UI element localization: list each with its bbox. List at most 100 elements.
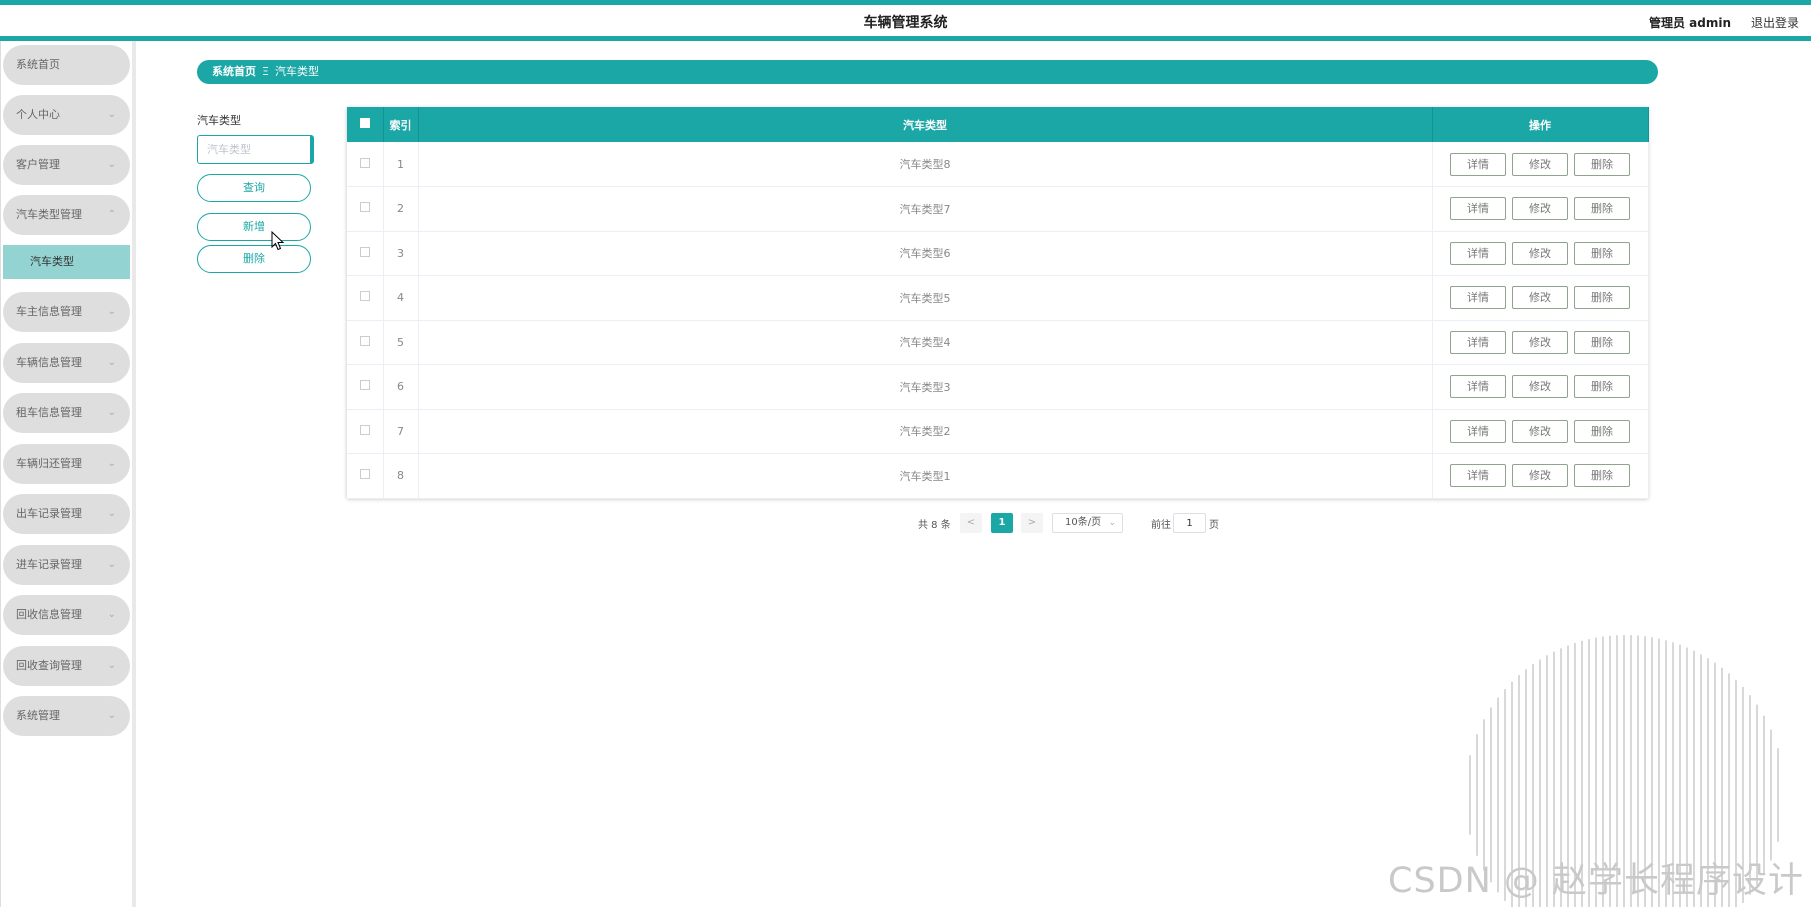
watermark-text: CSDN @ 赵学长程序设计 [1388,861,1805,901]
edit-button[interactable]: 修改 [1512,464,1568,488]
detail-button[interactable]: 详情 [1450,419,1506,443]
edit-button[interactable]: 修改 [1512,152,1568,176]
edit-button[interactable]: 修改 [1512,419,1568,443]
edit-button[interactable]: 修改 [1512,197,1568,221]
edit-button[interactable]: 修改 [1512,286,1568,310]
detail-button[interactable]: 详情 [1450,464,1506,488]
detail-button[interactable]: 详情 [1450,286,1506,310]
sidebar-item-outbound-records[interactable]: 出车记录管理 ⌄ [3,494,130,534]
sidebar-item-owner-info[interactable]: 车主信息管理 ⌄ [3,292,130,332]
row-index: 6 [383,364,419,409]
row-index: 4 [383,275,419,320]
row-checkbox[interactable] [359,424,370,435]
delete-button[interactable]: 删除 [1574,375,1630,399]
table-header-row: 索引 汽车类型 操作 [347,107,1649,142]
delete-button[interactable]: 删除 [1574,241,1630,265]
row-checkbox[interactable] [359,291,370,302]
header-bottom-line [0,36,1811,41]
column-header-type[interactable]: 汽车类型 [418,107,1433,142]
row-select-cell [347,231,384,276]
query-button[interactable]: 查询 [197,174,311,202]
row-index: 7 [383,409,419,454]
pagination-page-current[interactable]: 1 [991,513,1013,533]
app-title: 车辆管理系统 [863,15,948,31]
delete-button[interactable]: 删除 [1574,419,1630,443]
sidebar-item-label: 出车记录管理 [16,507,82,520]
sidebar-subitem-car-type[interactable]: 汽车类型 [3,245,130,279]
edit-button[interactable]: 修改 [1512,375,1568,399]
detail-button[interactable]: 详情 [1450,241,1506,265]
chevron-down-icon: ⌄ [1108,518,1116,528]
sidebar-item-system[interactable]: 系统管理 ⌄ [3,696,130,736]
detail-button[interactable]: 详情 [1450,330,1506,354]
sidebar-item-customers[interactable]: 客户管理 ⌄ [3,145,130,185]
pagination-prev-button[interactable]: < [960,513,982,533]
row-checkbox[interactable] [359,246,370,257]
chevron-down-icon: ⌄ [107,109,116,120]
sidebar-item-label: 系统管理 [16,709,60,722]
row-index: 1 [383,142,419,187]
sidebar-item-home[interactable]: 系统首页 [3,45,130,85]
row-ops-cell: 详情 修改 删除 [1432,186,1649,231]
column-header-ops: 操作 [1432,107,1649,142]
delete-button[interactable]: 删除 [1574,286,1630,310]
edit-button[interactable]: 修改 [1512,330,1568,354]
sidebar-item-label: 回收查询管理 [16,659,82,672]
row-checkbox[interactable] [359,380,370,391]
delete-button[interactable]: 删除 [1574,197,1630,221]
row-car-type: 汽车类型6 [418,231,1433,276]
sidebar-item-recycle-query[interactable]: 回收查询管理 ⌄ [3,646,130,686]
sidebar-item-label: 回收信息管理 [16,608,82,621]
select-all-cell [347,107,384,142]
row-checkbox[interactable] [359,335,370,346]
chevron-down-icon: ⌄ [107,357,116,368]
sidebar-item-label: 车辆归还管理 [16,457,82,470]
car-type-search-input[interactable] [197,135,314,164]
table-row: 4 汽车类型5 详情 修改 删除 [347,275,1649,320]
page-size-select[interactable]: 10条/页 ⌄ [1052,513,1123,533]
row-car-type: 汽车类型7 [418,186,1433,231]
sidebar-item-label: 汽车类型管理 [16,208,82,221]
sidebar-item-label: 进车记录管理 [16,558,82,571]
sidebar-item-label: 租车信息管理 [16,406,82,419]
row-checkbox[interactable] [359,202,370,213]
add-button[interactable]: 新增 [197,213,311,241]
sidebar-item-label: 系统首页 [16,58,60,71]
sidebar-item-personal[interactable]: 个人中心 ⌄ [3,95,130,135]
column-header-index[interactable]: 索引 [383,107,419,142]
delete-button[interactable]: 删除 [1574,464,1630,488]
row-car-type: 汽车类型8 [418,142,1433,187]
detail-button[interactable]: 详情 [1450,375,1506,399]
delete-button[interactable]: 删除 [1574,152,1630,176]
logout-button[interactable]: 退出登录 [1751,14,1799,31]
row-ops-cell: 详情 修改 删除 [1432,142,1649,187]
sidebar-item-rental-info[interactable]: 租车信息管理 ⌄ [3,393,130,433]
detail-button[interactable]: 详情 [1450,152,1506,176]
batch-delete-button[interactable]: 删除 [197,245,311,273]
breadcrumb-home[interactable]: 系统首页 [212,65,256,78]
sidebar-item-inbound-records[interactable]: 进车记录管理 ⌄ [3,545,130,585]
edit-button[interactable]: 修改 [1512,241,1568,265]
sidebar-item-recycle-info[interactable]: 回收信息管理 ⌄ [3,595,130,635]
pagination-next-button[interactable]: > [1021,513,1043,533]
row-select-cell [347,186,384,231]
row-car-type: 汽车类型3 [418,364,1433,409]
row-checkbox[interactable] [359,157,370,168]
table-row: 7 汽车类型2 详情 修改 删除 [347,409,1649,454]
sidebar-item-car-type-mgmt[interactable]: 汽车类型管理 ⌃ [3,195,130,235]
row-index: 3 [383,231,419,276]
detail-button[interactable]: 详情 [1450,197,1506,221]
chevron-down-icon: ⌄ [107,159,116,170]
chevron-down-icon: ⌄ [107,407,116,418]
row-checkbox[interactable] [359,469,370,480]
sidebar-item-vehicle-info[interactable]: 车辆信息管理 ⌄ [3,343,130,383]
row-ops-cell: 详情 修改 删除 [1432,231,1649,276]
sidebar-item-vehicle-return[interactable]: 车辆归还管理 ⌄ [3,444,130,484]
select-all-checkbox[interactable] [359,118,370,128]
row-select-cell [347,409,384,454]
row-select-cell [347,275,384,320]
breadcrumb-current: 汽车类型 [274,65,319,78]
pagination-goto-input[interactable] [1173,513,1206,533]
row-car-type: 汽车类型2 [418,409,1433,454]
delete-button[interactable]: 删除 [1574,330,1630,354]
